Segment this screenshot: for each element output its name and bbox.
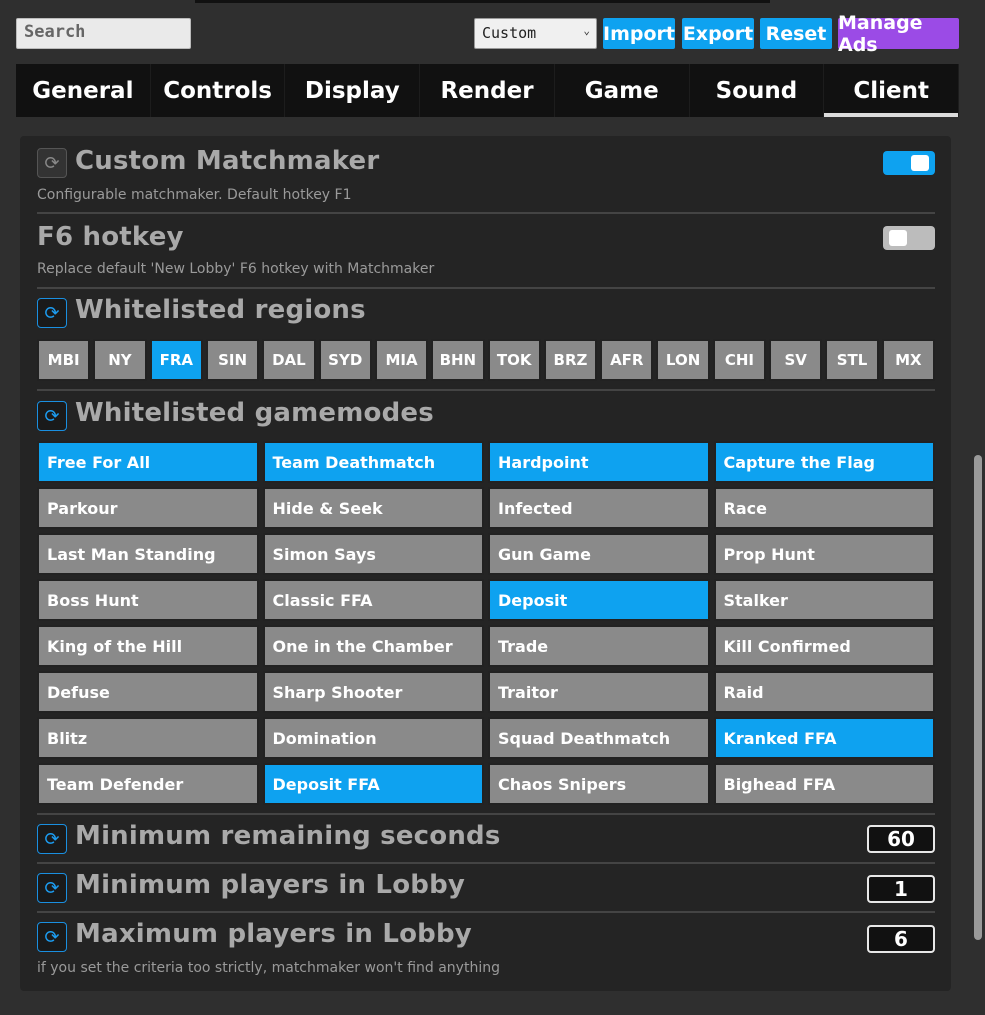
reset-icon[interactable]: ⟳ <box>37 401 67 431</box>
export-button[interactable]: Export <box>682 18 754 49</box>
reset-icon[interactable]: ⟳ <box>37 298 67 328</box>
region-mx-button[interactable]: MX <box>881 339 935 381</box>
gamemode-button[interactable]: Race <box>713 487 935 529</box>
divider <box>37 212 935 214</box>
tab-controls[interactable]: Controls <box>151 64 286 117</box>
gamemode-button[interactable]: Sharp Shooter <box>262 671 484 713</box>
gamemode-button[interactable]: Parkour <box>37 487 259 529</box>
chevron-down-icon: ⌄ <box>583 24 590 37</box>
gamemode-button[interactable]: Deposit <box>488 579 710 621</box>
gamemode-button[interactable]: Kill Confirmed <box>713 625 935 667</box>
gamemode-button[interactable]: Team Defender <box>37 763 259 805</box>
gamemode-button[interactable]: Free For All <box>37 441 259 483</box>
reset-button[interactable]: Reset <box>760 18 832 49</box>
gamemode-button[interactable]: Squad Deathmatch <box>488 717 710 759</box>
region-mia-button[interactable]: MIA <box>374 339 429 381</box>
region-brz-button[interactable]: BRZ <box>543 339 598 381</box>
region-syd-button[interactable]: SYD <box>318 339 372 381</box>
region-bhn-button[interactable]: BHN <box>431 339 485 381</box>
top-toolbar: Search Custom ⌄ Import Export Reset Mana… <box>0 0 985 64</box>
toggle-knob <box>911 155 929 171</box>
divider <box>37 389 935 391</box>
f6-hotkey-toggle[interactable] <box>883 226 935 250</box>
gamemode-button[interactable]: Simon Says <box>262 533 484 575</box>
reset-icon[interactable]: ⟳ <box>37 873 67 903</box>
gamemode-button[interactable]: Gun Game <box>488 533 710 575</box>
reset-icon[interactable]: ⟳ <box>37 148 67 178</box>
gamemode-button[interactable]: Stalker <box>713 579 935 621</box>
gamemode-button[interactable]: Infected <box>488 487 710 529</box>
custom-matchmaker-toggle[interactable] <box>883 151 935 175</box>
regions-title: Whitelisted regions <box>75 295 366 325</box>
region-stl-button[interactable]: STL <box>825 339 879 381</box>
settings-tabs: General Controls Display Render Game Sound Cli… <box>16 64 960 117</box>
reset-icon[interactable]: ⟳ <box>37 824 67 854</box>
gamemode-button[interactable]: Chaos Snipers <box>488 763 710 805</box>
min-players-input[interactable]: 1 <box>867 875 935 903</box>
f6-hotkey-desc: Replace default 'New Lobby' F6 hotkey wi… <box>37 261 435 277</box>
region-chi-button[interactable]: CHI <box>712 339 767 381</box>
scrollbar-thumb[interactable] <box>974 455 982 940</box>
divider <box>37 911 935 913</box>
region-sv-button[interactable]: SV <box>769 339 823 381</box>
gamemode-button[interactable]: Bighead FFA <box>713 763 935 805</box>
gamemode-grid: Free For All Team Deathmatch Hardpoint Capt… <box>37 441 935 805</box>
gamemode-button[interactable]: Raid <box>713 671 935 713</box>
region-mbi-button[interactable]: MBI <box>37 339 91 381</box>
tab-game[interactable]: Game <box>555 64 690 117</box>
preset-select[interactable]: Custom ⌄ <box>474 18 597 49</box>
gamemode-button[interactable]: Team Deathmatch <box>262 441 484 483</box>
divider <box>37 287 935 289</box>
gamemode-button[interactable]: Traitor <box>488 671 710 713</box>
gamemode-button[interactable]: Hardpoint <box>488 441 710 483</box>
min-seconds-title: Minimum remaining seconds <box>75 821 501 851</box>
gamemode-button[interactable]: Domination <box>262 717 484 759</box>
gamemode-button[interactable]: Last Man Standing <box>37 533 259 575</box>
gamemode-button[interactable]: Capture the Flag <box>713 441 935 483</box>
max-players-input[interactable]: 6 <box>867 925 935 953</box>
gamemode-button[interactable]: One in the Chamber <box>262 625 484 667</box>
max-players-title: Maximum players in Lobby <box>75 919 472 949</box>
gamemode-button[interactable]: Trade <box>488 625 710 667</box>
min-seconds-input[interactable]: 60 <box>867 825 935 853</box>
region-sin-button[interactable]: SIN <box>205 339 260 381</box>
gamemode-button[interactable]: Deposit FFA <box>262 763 484 805</box>
region-list: MBI NY FRA SIN DAL SYD MIA BHN TOK BRZ AFR LON CHI SV… <box>37 339 935 381</box>
import-button[interactable]: Import <box>603 18 675 49</box>
gamemode-button[interactable]: Kranked FFA <box>713 717 935 759</box>
region-fra-button[interactable]: FRA <box>149 339 203 381</box>
gamemode-button[interactable]: Classic FFA <box>262 579 484 621</box>
gamemode-button[interactable]: King of the Hill <box>37 625 259 667</box>
region-tok-button[interactable]: TOK <box>487 339 541 381</box>
tab-sound[interactable]: Sound <box>690 64 825 117</box>
tab-render[interactable]: Render <box>420 64 555 117</box>
gamemode-button[interactable]: Boss Hunt <box>37 579 259 621</box>
gamemode-button[interactable]: Prop Hunt <box>713 533 935 575</box>
divider <box>37 813 935 815</box>
f6-hotkey-title: F6 hotkey <box>37 222 184 252</box>
region-lon-button[interactable]: LON <box>656 339 710 381</box>
search-input[interactable]: Search <box>16 18 191 49</box>
gamemodes-title: Whitelisted gamemodes <box>75 398 434 428</box>
reset-icon[interactable]: ⟳ <box>37 922 67 952</box>
toggle-knob <box>889 230 907 246</box>
gamemode-button[interactable]: Blitz <box>37 717 259 759</box>
region-ny-button[interactable]: NY <box>93 339 147 381</box>
divider <box>37 862 935 864</box>
manage-ads-button[interactable]: Manage Ads <box>838 12 959 56</box>
min-players-title: Minimum players in Lobby <box>75 870 466 900</box>
footer-note: if you set the criteria too strictly, ma… <box>37 960 500 976</box>
region-afr-button[interactable]: AFR <box>600 339 654 381</box>
tab-client[interactable]: Client <box>824 64 960 117</box>
gamemode-button[interactable]: Hide & Seek <box>262 487 484 529</box>
custom-matchmaker-title: Custom Matchmaker <box>75 146 380 176</box>
region-dal-button[interactable]: DAL <box>262 339 316 381</box>
tab-display[interactable]: Display <box>285 64 421 117</box>
custom-matchmaker-desc: Configurable matchmaker. Default hotkey … <box>37 187 352 203</box>
tab-general[interactable]: General <box>16 64 151 117</box>
gamemode-button[interactable]: Defuse <box>37 671 259 713</box>
preset-select-value: Custom <box>482 24 537 42</box>
